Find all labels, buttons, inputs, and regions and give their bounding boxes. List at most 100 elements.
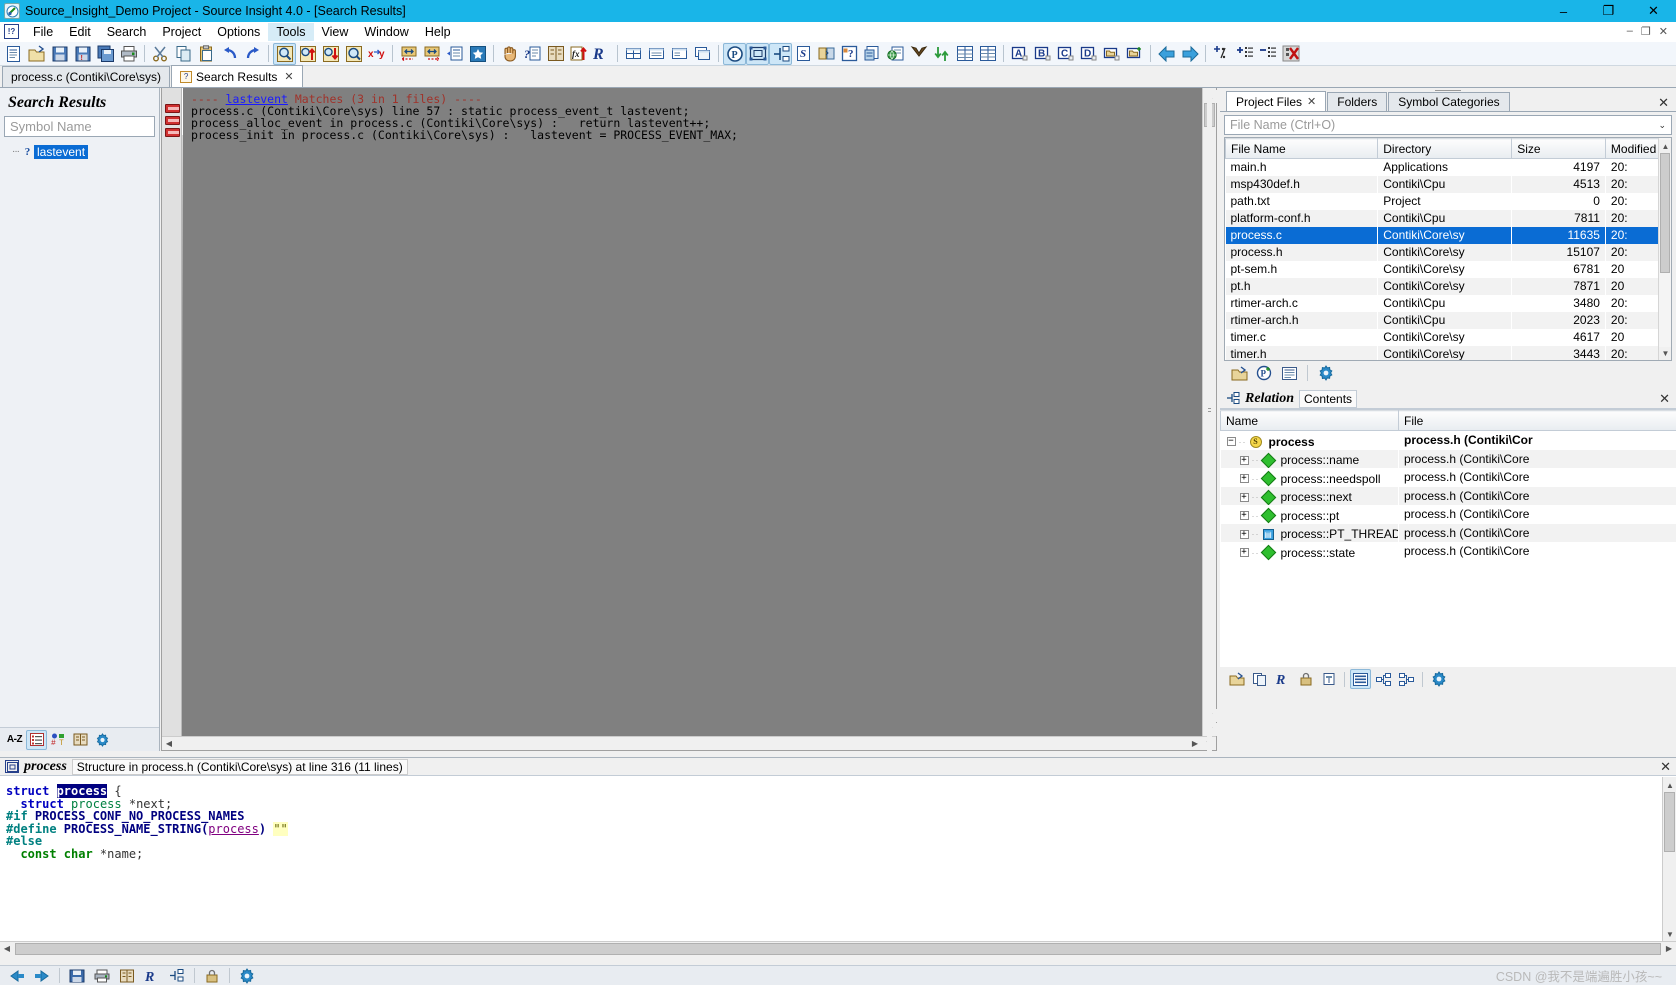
tile-horizontal-button[interactable] [645, 43, 668, 65]
table-row[interactable]: pt-sem.h Contiki\Core\sy 6781 20 [1226, 261, 1671, 278]
table-row[interactable]: rtimer-arch.h Contiki\Cpu 2023 20: [1225, 311, 1671, 329]
menu-edit[interactable]: Edit [61, 23, 99, 41]
table-row[interactable]: main.h Applications 4197 20: [1226, 159, 1671, 176]
tab-close-icon[interactable]: ✕ [284, 70, 293, 83]
list-item[interactable]: ··· ? lastevent [0, 143, 159, 160]
bookmark-a-button[interactable]: A [1008, 43, 1031, 65]
help-button[interactable]: ? [838, 43, 861, 65]
code-line[interactable]: const char *name; [6, 847, 1662, 861]
search-result-line[interactable]: process_init in process.c (Contiki\Core\… [191, 129, 738, 141]
symbol-window-button[interactable]: S [792, 43, 815, 65]
table-row[interactable]: + ·· process::pt process.h (Contiki\Core [1221, 505, 1676, 524]
result-marker-icon[interactable] [165, 128, 180, 137]
context-window-button[interactable] [746, 42, 769, 65]
jump-back-button[interactable] [397, 43, 420, 65]
table-row[interactable]: pt.h Contiki\Core\sy 7871 20 [1225, 277, 1671, 295]
nav-back-button[interactable] [6, 967, 28, 985]
table-row[interactable]: timer.h Contiki\Core\sy 3443 20: [1225, 345, 1671, 360]
tab-close-icon[interactable]: ✕ [1307, 95, 1316, 108]
add-list-button[interactable] [1233, 43, 1256, 65]
menu-file[interactable]: File [25, 23, 61, 41]
nav-forward-button[interactable] [31, 967, 53, 985]
file-properties-button[interactable] [1278, 363, 1300, 383]
symbol-info-button[interactable]: ? [521, 43, 544, 65]
back-button[interactable] [1155, 43, 1178, 65]
graph-layout-button[interactable] [1396, 669, 1417, 689]
table-row[interactable]: + ·· ▤ process::PT_THREAD process.h (Contiki… [1220, 523, 1676, 542]
scroll-right-icon[interactable]: ▶ [1662, 942, 1676, 955]
table-row[interactable]: − ·· Sprocess process.h (Contiki\Cor [1221, 431, 1676, 450]
project-settings-button[interactable] [1315, 363, 1337, 383]
column-header-name[interactable]: Name [1220, 410, 1399, 431]
symbol-name-input[interactable]: Symbol Name [4, 116, 155, 137]
expander-icon[interactable]: + [1239, 511, 1249, 520]
new-file-button[interactable] [2, 43, 25, 65]
settings-button[interactable] [236, 967, 258, 985]
checkin-button[interactable] [907, 43, 930, 65]
table-row[interactable]: + ·· process::state process.h (Contiki\Core [1221, 542, 1676, 561]
relation-button[interactable] [166, 967, 188, 985]
tile-windows-button[interactable] [622, 43, 645, 65]
context-vertical-scrollbar[interactable]: ▲ ▼ [1662, 777, 1676, 941]
tab-search-results[interactable]: ? Search Results ✕ [171, 65, 303, 87]
menu-options[interactable]: Options [209, 23, 268, 41]
remove-list-button[interactable] [1256, 43, 1279, 65]
redo-button[interactable] [241, 43, 264, 65]
scroll-up-icon[interactable]: ▲ [1663, 779, 1676, 792]
mdi-minimize-button[interactable]: – [1623, 25, 1637, 38]
expander-icon[interactable]: + [1239, 492, 1249, 502]
folder-button[interactable] [1100, 43, 1123, 65]
tile-vertical-button[interactable] [668, 43, 691, 65]
settings-button[interactable] [92, 730, 113, 750]
scrollbar-thumb[interactable] [1660, 153, 1670, 273]
expander-icon[interactable]: + [1239, 548, 1249, 557]
save-button[interactable] [66, 967, 88, 985]
jump-forward-button[interactable] [420, 43, 443, 65]
menu-view[interactable]: View [314, 23, 357, 41]
column-header-directory[interactable]: Directory [1377, 138, 1513, 159]
relation-window-button[interactable] [1226, 669, 1247, 689]
tab-process-c[interactable]: process.c (Contiki\Core\sys) [2, 66, 171, 87]
sync-button[interactable] [930, 43, 953, 65]
tab-folders[interactable]: Folders [1327, 92, 1388, 111]
column-header-file-name[interactable]: File Name [1225, 138, 1379, 159]
print-button[interactable] [117, 43, 140, 65]
close-button[interactable]: ✕ [1631, 0, 1676, 22]
table2-button[interactable] [976, 43, 999, 65]
code-line[interactable]: struct process *next; [6, 797, 1662, 811]
project-files-grid[interactable]: File Name Directory Size Modified main.h… [1224, 137, 1672, 361]
symbol-type-button[interactable]: # T [48, 730, 69, 750]
replace-button[interactable]: xy [365, 43, 388, 65]
results-text-area[interactable]: ---- lastevent Matches (3 in 1 files) --… [183, 88, 1216, 750]
document-system-icon[interactable]: !? [4, 24, 19, 39]
menu-project[interactable]: Project [154, 23, 209, 41]
minimize-button[interactable]: – [1541, 0, 1586, 22]
column-header-size[interactable]: Size [1511, 138, 1606, 159]
save-all-button[interactable] [94, 43, 117, 65]
copy-button[interactable] [172, 43, 195, 65]
reference-button[interactable]: R [141, 967, 163, 985]
menu-search[interactable]: Search [99, 23, 155, 41]
mdi-close-button[interactable]: ✕ [1655, 25, 1672, 38]
file-name-filter-input[interactable]: File Name (Ctrl+O) ⌄ [1224, 115, 1672, 135]
scroll-left-icon[interactable]: ◀ [162, 737, 176, 750]
bookmark-button[interactable] [466, 43, 489, 65]
paste-button[interactable] [195, 43, 218, 65]
chevron-down-icon[interactable]: ⌄ [1658, 120, 1666, 131]
relation-grid[interactable]: Name File − ·· Sprocess process.h (Contiki\… [1220, 409, 1676, 667]
book-button[interactable] [70, 730, 91, 750]
vertical-splitter[interactable] [1207, 88, 1212, 751]
book-button[interactable] [116, 967, 138, 985]
expander-icon[interactable]: − [1226, 437, 1236, 446]
search-files-button[interactable] [342, 43, 365, 65]
column-header-file[interactable]: File [1398, 410, 1676, 431]
result-marker-icon[interactable] [165, 104, 180, 113]
scroll-left-icon[interactable]: ◀ [0, 942, 14, 955]
expander-icon[interactable]: + [1239, 455, 1249, 465]
table-row[interactable]: rtimer-arch.c Contiki\Cpu 3480 20: [1226, 295, 1671, 312]
undo-button[interactable] [218, 43, 241, 65]
project-button[interactable]: P [723, 42, 746, 65]
relation-window-button[interactable] [769, 42, 792, 65]
cascade-windows-button[interactable] [691, 43, 714, 65]
browse-symbols-button[interactable] [498, 43, 521, 65]
